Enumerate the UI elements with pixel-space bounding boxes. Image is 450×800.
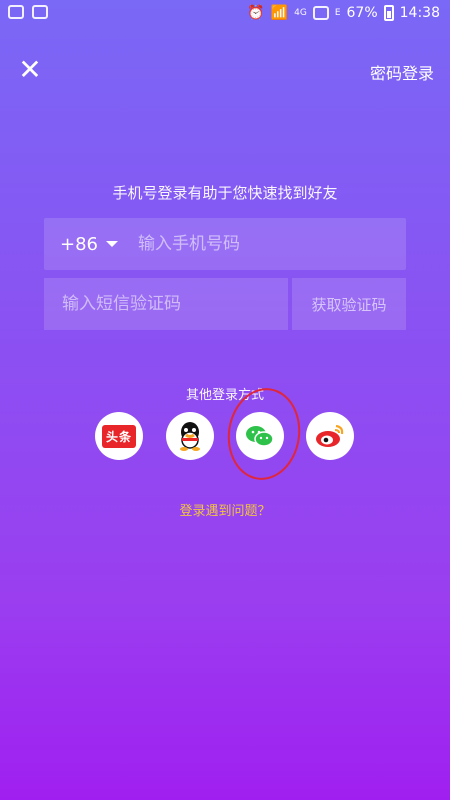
qq-login-button[interactable] [166,412,214,460]
country-code-selector[interactable]: +86 [60,234,118,255]
get-code-button[interactable]: 获取验证码 [292,278,406,330]
wifi-icon: 📶 [270,5,289,21]
weibo-login-button[interactable] [306,412,354,460]
other-login-title: 其他登录方式 [185,388,264,403]
phone-input[interactable] [136,233,390,255]
battery-icon [383,5,394,21]
network-4g: 4G [294,8,307,18]
chevron-down-icon [106,241,118,247]
battery-percent: 67% [346,5,378,21]
weibo-icon [316,424,344,447]
network-e: E [334,8,341,18]
login-help-link[interactable]: 登录遇到问题？ [0,500,450,519]
sms-field-container [44,278,288,330]
clock: 14:38 [399,5,440,21]
close-icon[interactable]: ✕ [16,56,44,84]
toutiao-icon: 头条 [101,424,136,448]
app-notification-icon [8,5,24,19]
toutiao-login-button[interactable]: 头条 [95,412,143,460]
country-code: +86 [60,233,98,255]
image-notification-icon [32,5,48,19]
status-bar: ⏰ 📶 4G E 67% 14:38 [0,0,450,28]
qq-penguin-icon [180,422,200,451]
alarm-icon: ⏰ [247,5,265,21]
sms-code-input[interactable] [60,293,284,315]
phone-field-container: +86 [44,218,406,270]
login-hint: 手机号登录有助于您快速找到好友 [112,184,338,202]
password-login-link[interactable]: 密码登录 [370,60,434,84]
signal-icon [312,6,329,20]
